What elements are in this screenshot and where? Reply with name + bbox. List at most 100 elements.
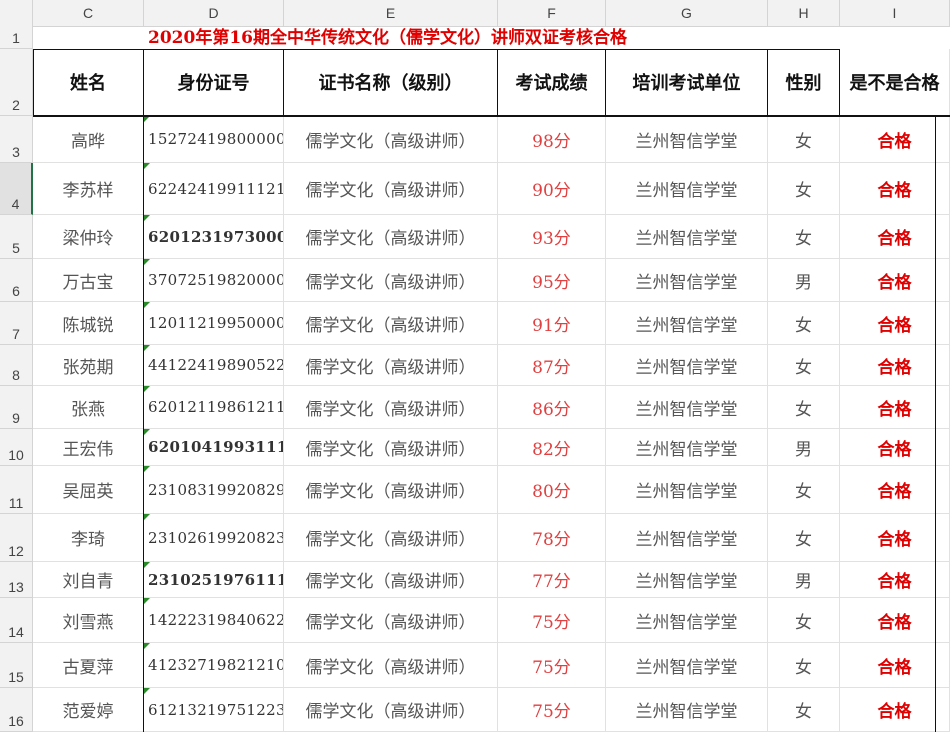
gender-cell[interactable]: 男 xyxy=(768,259,840,302)
score-cell[interactable]: 98分 xyxy=(498,116,606,163)
result-cell[interactable]: 合格 xyxy=(840,514,950,562)
id-number-cell[interactable]: 231026199208232 xyxy=(144,514,284,562)
id-number-cell[interactable]: 231025197611106 xyxy=(144,562,284,598)
result-cell[interactable]: 合格 xyxy=(840,345,950,386)
row-header-11[interactable]: 11 xyxy=(0,466,33,514)
name-cell[interactable]: 陈城锐 xyxy=(33,302,144,345)
certificate-cell[interactable]: 儒学文化（高级讲师） xyxy=(284,429,498,466)
score-cell[interactable]: 77分 xyxy=(498,562,606,598)
training-unit-cell[interactable]: 兰州智信学堂 xyxy=(606,163,768,215)
gender-cell[interactable]: 女 xyxy=(768,302,840,345)
header-gender[interactable]: 性别 xyxy=(768,49,840,116)
id-number-cell[interactable]: 620121198612115 xyxy=(144,386,284,429)
id-number-cell[interactable]: 622424199111210 xyxy=(144,163,284,215)
name-cell[interactable]: 张燕 xyxy=(33,386,144,429)
id-number-cell[interactable]: 152724198000006 xyxy=(144,116,284,163)
sheet-title[interactable]: 2020年第16期全中华传统文化（儒学文化）讲师双证考核合格 xyxy=(148,27,627,49)
training-unit-cell[interactable]: 兰州智信学堂 xyxy=(606,215,768,259)
gender-cell[interactable]: 女 xyxy=(768,514,840,562)
column-header-e[interactable]: E xyxy=(284,0,498,27)
training-unit-cell[interactable]: 兰州智信学堂 xyxy=(606,688,768,732)
score-cell[interactable]: 80分 xyxy=(498,466,606,514)
header-passed[interactable]: 是不是合格 xyxy=(840,49,950,116)
certificate-cell[interactable]: 儒学文化（高级讲师） xyxy=(284,643,498,688)
result-cell[interactable]: 合格 xyxy=(840,386,950,429)
training-unit-cell[interactable]: 兰州智信学堂 xyxy=(606,345,768,386)
row-header-12[interactable]: 12 xyxy=(0,514,33,562)
header-name[interactable]: 姓名 xyxy=(33,49,144,116)
gender-cell[interactable]: 男 xyxy=(768,429,840,466)
certificate-cell[interactable]: 儒学文化（高级讲师） xyxy=(284,163,498,215)
id-number-cell[interactable]: 231083199208290 xyxy=(144,466,284,514)
result-cell[interactable]: 合格 xyxy=(840,429,950,466)
header-score[interactable]: 考试成绩 xyxy=(498,49,606,116)
certificate-cell[interactable]: 儒学文化（高级讲师） xyxy=(284,386,498,429)
header-id-number[interactable]: 身份证号 xyxy=(144,49,284,116)
id-number-cell[interactable]: 441224198905225 xyxy=(144,345,284,386)
gender-cell[interactable]: 女 xyxy=(768,466,840,514)
result-cell[interactable]: 合格 xyxy=(840,466,950,514)
gender-cell[interactable]: 女 xyxy=(768,116,840,163)
gender-cell[interactable]: 女 xyxy=(768,345,840,386)
row-header-3[interactable]: 3 xyxy=(0,116,33,163)
score-cell[interactable]: 90分 xyxy=(498,163,606,215)
result-cell[interactable]: 合格 xyxy=(840,259,950,302)
row-header-10[interactable]: 10 xyxy=(0,429,33,466)
name-cell[interactable]: 刘自青 xyxy=(33,562,144,598)
column-header-i[interactable]: I xyxy=(840,0,950,27)
result-cell[interactable]: 合格 xyxy=(840,302,950,345)
result-cell[interactable]: 合格 xyxy=(840,116,950,163)
name-cell[interactable]: 王宏伟 xyxy=(33,429,144,466)
id-number-cell[interactable]: 120112199500000 xyxy=(144,302,284,345)
certificate-cell[interactable]: 儒学文化（高级讲师） xyxy=(284,466,498,514)
id-number-cell[interactable]: 620104199311150 xyxy=(144,429,284,466)
row-header-1[interactable]: 1 xyxy=(0,27,33,49)
certificate-cell[interactable]: 儒学文化（高级讲师） xyxy=(284,116,498,163)
result-cell[interactable]: 合格 xyxy=(840,163,950,215)
training-unit-cell[interactable]: 兰州智信学堂 xyxy=(606,466,768,514)
row-header-9[interactable]: 9 xyxy=(0,386,33,429)
training-unit-cell[interactable]: 兰州智信学堂 xyxy=(606,643,768,688)
score-cell[interactable]: 86分 xyxy=(498,386,606,429)
gender-cell[interactable]: 女 xyxy=(768,163,840,215)
result-cell[interactable]: 合格 xyxy=(840,688,950,732)
score-cell[interactable]: 75分 xyxy=(498,598,606,643)
name-cell[interactable]: 高晔 xyxy=(33,116,144,163)
training-unit-cell[interactable]: 兰州智信学堂 xyxy=(606,386,768,429)
id-number-cell[interactable]: 412327198212101 xyxy=(144,643,284,688)
gender-cell[interactable]: 女 xyxy=(768,215,840,259)
row-header-16[interactable]: 16 xyxy=(0,688,33,732)
certificate-cell[interactable]: 儒学文化（高级讲师） xyxy=(284,514,498,562)
score-cell[interactable]: 75分 xyxy=(498,688,606,732)
score-cell[interactable]: 91分 xyxy=(498,302,606,345)
id-number-cell[interactable]: 142223198406221 xyxy=(144,598,284,643)
column-header-c[interactable]: C xyxy=(33,0,144,27)
result-cell[interactable]: 合格 xyxy=(840,643,950,688)
gender-cell[interactable]: 女 xyxy=(768,386,840,429)
training-unit-cell[interactable]: 兰州智信学堂 xyxy=(606,514,768,562)
select-all-corner[interactable] xyxy=(0,0,33,27)
name-cell[interactable]: 梁仲玲 xyxy=(33,215,144,259)
certificate-cell[interactable]: 儒学文化（高级讲师） xyxy=(284,215,498,259)
name-cell[interactable]: 古夏萍 xyxy=(33,643,144,688)
score-cell[interactable]: 82分 xyxy=(498,429,606,466)
score-cell[interactable]: 87分 xyxy=(498,345,606,386)
row-header-8[interactable]: 8 xyxy=(0,345,33,386)
row-header-4[interactable]: 4 xyxy=(0,163,33,215)
name-cell[interactable]: 李琦 xyxy=(33,514,144,562)
gender-cell[interactable]: 女 xyxy=(768,643,840,688)
training-unit-cell[interactable]: 兰州智信学堂 xyxy=(606,302,768,345)
score-cell[interactable]: 93分 xyxy=(498,215,606,259)
header-training-unit[interactable]: 培训考试单位 xyxy=(606,49,768,116)
training-unit-cell[interactable]: 兰州智信学堂 xyxy=(606,116,768,163)
row-header-5[interactable]: 5 xyxy=(0,215,33,259)
name-cell[interactable]: 李苏样 xyxy=(33,163,144,215)
certificate-cell[interactable]: 儒学文化（高级讲师） xyxy=(284,598,498,643)
row-header-7[interactable]: 7 xyxy=(0,302,33,345)
result-cell[interactable]: 合格 xyxy=(840,562,950,598)
result-cell[interactable]: 合格 xyxy=(840,598,950,643)
column-header-d[interactable]: D xyxy=(144,0,284,27)
name-cell[interactable]: 万古宝 xyxy=(33,259,144,302)
certificate-cell[interactable]: 儒学文化（高级讲师） xyxy=(284,345,498,386)
certificate-cell[interactable]: 儒学文化（高级讲师） xyxy=(284,562,498,598)
